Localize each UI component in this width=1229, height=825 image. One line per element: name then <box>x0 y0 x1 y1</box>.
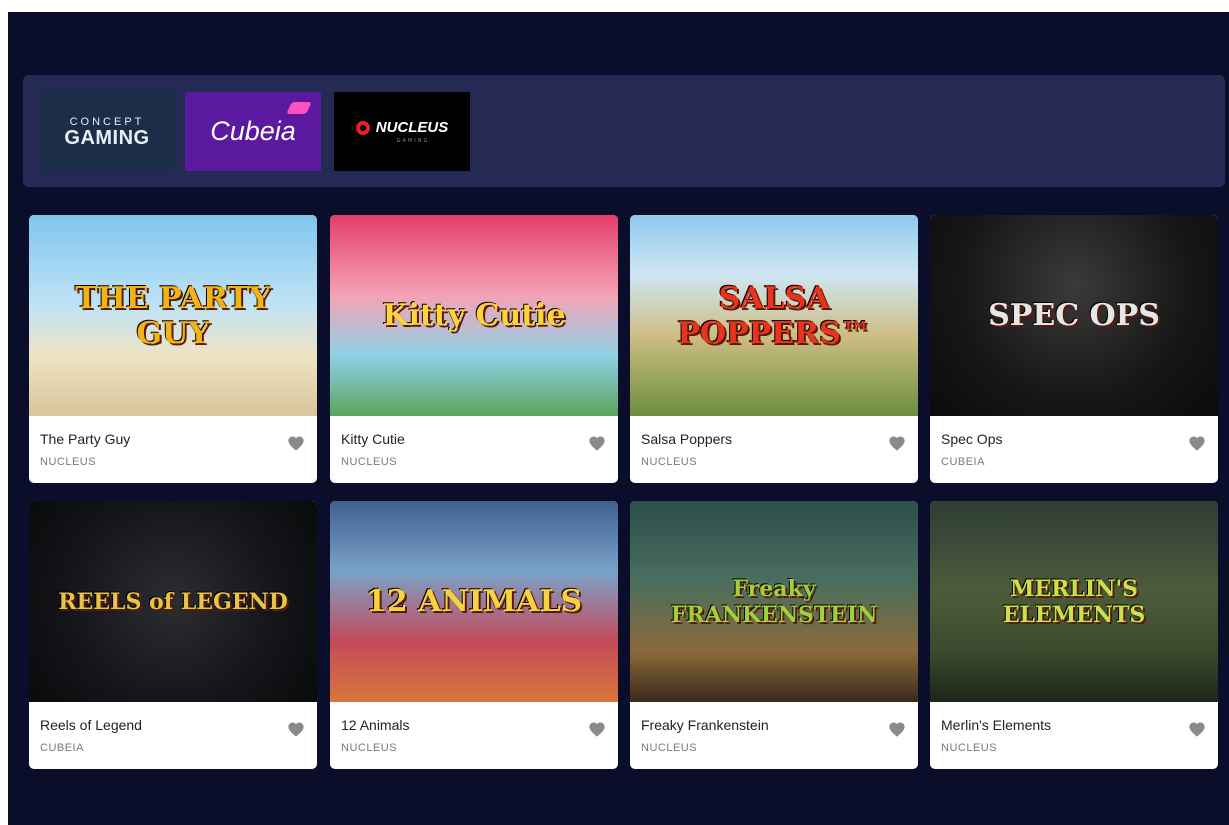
game-provider: NUCLEUS <box>341 742 398 754</box>
game-logo-art: THE PARTY GUY <box>75 280 271 351</box>
game-title: Kitty Cutie <box>341 431 405 447</box>
game-card[interactable]: MERLIN'S ELEMENTS Merlin's Elements NUCLEU… <box>930 501 1218 769</box>
game-provider: NUCLEUS <box>40 456 97 468</box>
game-title: Freaky Frankenstein <box>641 717 769 733</box>
game-logo-art: 12 ANIMALS <box>365 584 583 619</box>
provider-logo-subtext: GAMING <box>396 138 430 144</box>
favorite-heart-icon[interactable] <box>588 721 606 737</box>
game-thumbnail[interactable]: Kitty Cutie <box>330 215 618 416</box>
provider-logo-concept-gaming[interactable]: CONCEPT GAMING <box>39 92 175 171</box>
favorite-heart-icon[interactable] <box>888 721 906 737</box>
game-thumbnail[interactable]: 12 ANIMALS <box>330 501 618 702</box>
game-provider: NUCLEUS <box>341 456 398 468</box>
game-logo-art: SPEC OPS <box>988 298 1160 333</box>
favorite-heart-icon[interactable] <box>1188 435 1206 451</box>
game-provider: CUBEIA <box>40 742 84 754</box>
provider-logo-cubeia[interactable]: Cubeia <box>185 92 321 171</box>
provider-logo-text: CONCEPT <box>69 115 145 128</box>
favorite-heart-icon[interactable] <box>888 435 906 451</box>
game-card[interactable]: Kitty Cutie Kitty Cutie NUCLEUS <box>330 215 618 483</box>
game-logo-art: REELS of LEGEND <box>58 588 288 615</box>
nucleus-ring-icon <box>355 120 370 135</box>
game-logo-art: MERLIN'S ELEMENTS <box>1002 575 1146 628</box>
game-title: Salsa Poppers <box>641 431 733 447</box>
game-title: 12 Animals <box>341 717 410 733</box>
favorite-heart-icon[interactable] <box>1188 721 1206 737</box>
favorite-heart-icon[interactable] <box>287 721 305 737</box>
game-provider: NUCLEUS <box>641 742 698 754</box>
game-thumbnail[interactable]: THE PARTY GUY <box>29 215 317 416</box>
game-card[interactable]: SALSA POPPERS™ Salsa Poppers NUCLEUS <box>630 215 918 483</box>
favorite-heart-icon[interactable] <box>588 435 606 451</box>
game-title: Merlin's Elements <box>941 717 1052 733</box>
favorite-heart-icon[interactable] <box>287 435 305 451</box>
game-provider: CUBEIA <box>941 456 985 468</box>
game-logo-art: Kitty Cutie <box>382 298 566 333</box>
provider-filter-bar: CONCEPT GAMING Cubeia NUCLEUS GAMING <box>23 75 1225 187</box>
provider-logo-text: NUCLEUS <box>375 119 449 136</box>
game-card[interactable]: REELS of LEGEND Reels of Legend CUBEIA <box>29 501 317 769</box>
game-title: Spec Ops <box>941 431 1003 447</box>
game-thumbnail[interactable]: MERLIN'S ELEMENTS <box>930 501 1218 702</box>
game-card[interactable]: SPEC OPS Spec Ops CUBEIA <box>930 215 1218 483</box>
game-card[interactable]: Freaky FRANKENSTEIN Freaky Frankenstein NU… <box>630 501 918 769</box>
game-thumbnail[interactable]: Freaky FRANKENSTEIN <box>630 501 918 702</box>
game-logo-art: Freaky FRANKENSTEIN <box>670 575 878 628</box>
game-provider: NUCLEUS <box>641 456 698 468</box>
game-thumbnail[interactable]: REELS of LEGEND <box>29 501 317 702</box>
provider-logo-nucleus[interactable]: NUCLEUS GAMING <box>334 92 470 171</box>
page-background: CONCEPT GAMING Cubeia NUCLEUS GAMING THE… <box>8 12 1229 825</box>
game-thumbnail[interactable]: SALSA POPPERS™ <box>630 215 918 416</box>
game-card[interactable]: 12 ANIMALS 12 Animals NUCLEUS <box>330 501 618 769</box>
game-provider: NUCLEUS <box>941 742 998 754</box>
provider-logo-text: GAMING <box>64 126 150 149</box>
game-card[interactable]: THE PARTY GUY The Party Guy NUCLEUS <box>29 215 317 483</box>
game-title: Reels of Legend <box>40 717 142 733</box>
provider-logo-text: Cubeia <box>210 116 296 146</box>
game-thumbnail[interactable]: SPEC OPS <box>930 215 1218 416</box>
game-logo-art: SALSA POPPERS™ <box>677 280 871 351</box>
cubeia-mark-icon <box>286 102 312 114</box>
game-title: The Party Guy <box>40 431 131 447</box>
